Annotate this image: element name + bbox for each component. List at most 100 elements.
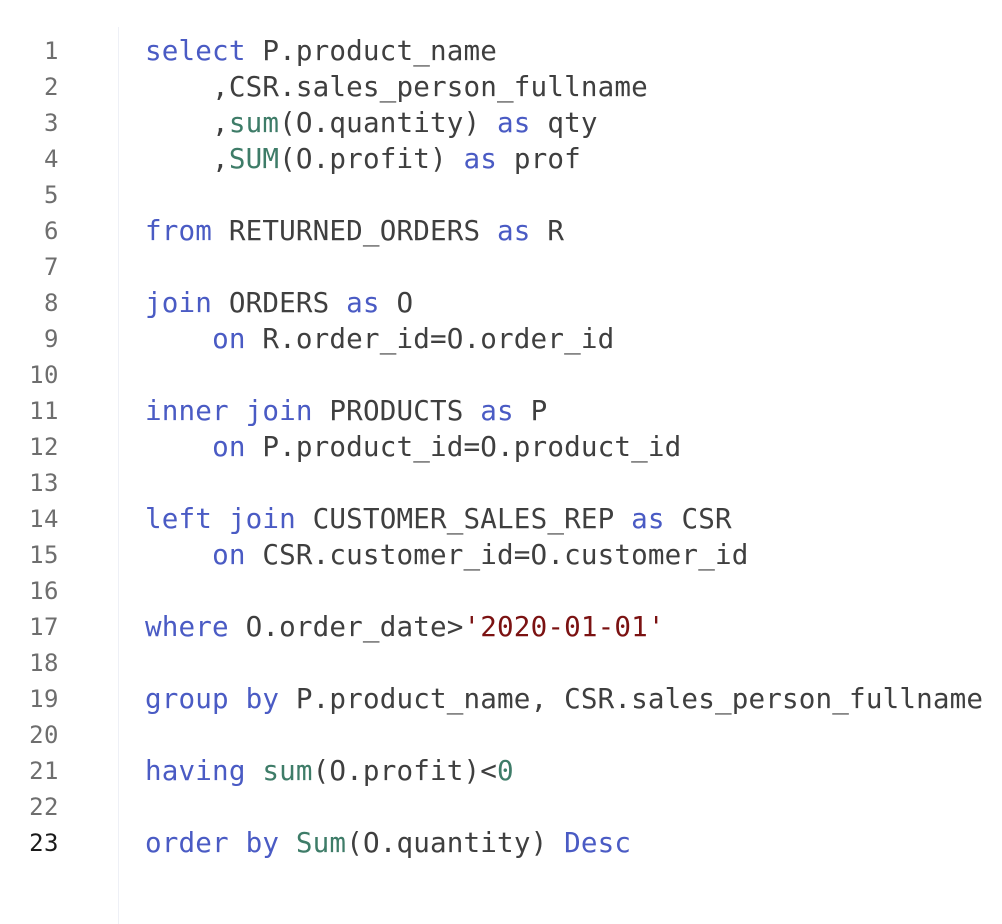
token-plain: CSR <box>664 502 732 535</box>
token-keyword: as <box>631 502 665 535</box>
token-keyword: order <box>145 826 229 859</box>
token-function: sum <box>262 754 313 787</box>
token-number: 0 <box>497 754 514 787</box>
token-keyword: select <box>145 34 246 67</box>
token-plain: CSR.customer_id=O.customer_id <box>245 538 749 571</box>
code-line[interactable] <box>145 789 1002 825</box>
token-plain: ORDERS <box>212 286 347 319</box>
token-plain: , <box>145 142 229 175</box>
line-number: 13 <box>29 469 59 497</box>
line-number: 5 <box>44 181 59 209</box>
token-keyword: from <box>145 214 213 247</box>
token-plain: O <box>379 286 414 319</box>
token-plain: R <box>530 214 565 247</box>
code-line[interactable] <box>145 249 1002 285</box>
line-number: 19 <box>29 685 59 713</box>
code-line[interactable]: select P.product_name <box>145 33 1002 69</box>
token-keyword: left <box>145 502 213 535</box>
line-number: 17 <box>29 613 59 641</box>
token-keyword: Desc <box>564 826 632 859</box>
token-keyword: on <box>212 322 246 355</box>
line-number: 8 <box>44 289 59 317</box>
token-plain: P.product_name, CSR.sales_person_fullnam… <box>279 682 984 715</box>
gutter-divider <box>118 27 119 924</box>
token-plain: CUSTOMER_SALES_REP <box>295 502 632 535</box>
code-line[interactable]: on CSR.customer_id=O.customer_id <box>145 537 1002 573</box>
line-number: 11 <box>29 397 59 425</box>
token-plain: (O.profit)< <box>312 754 498 787</box>
code-line[interactable]: ,CSR.sales_person_fullname <box>145 69 1002 105</box>
code-line[interactable] <box>145 573 1002 609</box>
token-keyword: as <box>346 286 380 319</box>
token-plain: R.order_id=O.order_id <box>245 322 615 355</box>
token-function: SUM <box>228 142 280 175</box>
code-line[interactable]: ,SUM(O.profit) as prof <box>145 141 1002 177</box>
code-line[interactable] <box>145 717 1002 753</box>
line-number: 4 <box>44 145 59 173</box>
token-plain: P <box>513 394 548 427</box>
line-number: 10 <box>29 361 59 389</box>
token-plain: , <box>145 106 229 139</box>
token-keyword: as <box>480 394 514 427</box>
token-plain: RETURNED_ORDERS <box>212 214 498 247</box>
token-plain: O.order_date> <box>228 610 464 643</box>
token-plain: qty <box>530 106 598 139</box>
code-line[interactable]: group by P.product_name, CSR.sales_perso… <box>145 681 1002 717</box>
line-number: 18 <box>29 649 59 677</box>
line-number: 9 <box>44 325 59 353</box>
code-line[interactable]: where O.order_date>'2020-01-01' <box>145 609 1002 645</box>
token-keyword: join <box>145 286 213 319</box>
token-keyword: group <box>145 682 229 715</box>
line-number: 22 <box>29 793 59 821</box>
line-number: 3 <box>44 109 59 137</box>
code-line[interactable] <box>145 357 1002 393</box>
line-number: 1 <box>44 37 59 65</box>
code-line[interactable]: ,sum(O.quantity) as qty <box>145 105 1002 141</box>
token-function: sum <box>228 106 280 139</box>
code-line[interactable]: on P.product_id=O.product_id <box>145 429 1002 465</box>
code-line[interactable]: having sum(O.profit)<0 <box>145 753 1002 789</box>
token-plain: P.product_id=O.product_id <box>245 430 682 463</box>
token-keyword: as <box>497 214 531 247</box>
token-plain: (O.profit) <box>279 142 464 175</box>
code-area[interactable]: select P.product_name ,CSR.sales_person_… <box>145 33 1002 861</box>
line-number: 23 <box>29 829 59 857</box>
code-line[interactable]: from RETURNED_ORDERS as R <box>145 213 1002 249</box>
line-number: 12 <box>29 433 59 461</box>
line-number: 21 <box>29 757 59 785</box>
token-keyword: as <box>497 106 531 139</box>
token-string: '2020-01-01' <box>463 610 665 643</box>
code-line[interactable]: order by Sum(O.quantity) Desc <box>145 825 1002 861</box>
token-plain: ,CSR.sales_person_fullname <box>145 70 648 103</box>
line-number: 16 <box>29 577 59 605</box>
token-function: Sum <box>295 826 347 859</box>
code-line[interactable]: left join CUSTOMER_SALES_REP as CSR <box>145 501 1002 537</box>
token-plain: (O.quantity) <box>279 106 498 139</box>
line-number-gutter: 1 2 3 4 5 6 7 8 9 10 11 12 13 14 15 16 17 18 19 20 21 22 23 <box>0 33 118 861</box>
code-line[interactable] <box>145 465 1002 501</box>
token-plain: P.product_name <box>245 34 498 67</box>
line-number: 20 <box>29 721 59 749</box>
token-keyword: by <box>245 682 280 715</box>
code-line[interactable] <box>145 645 1002 681</box>
token-keyword: by <box>245 826 280 859</box>
code-line[interactable]: inner join PRODUCTS as P <box>145 393 1002 429</box>
code-line[interactable]: join ORDERS as O <box>145 285 1002 321</box>
token-keyword: as <box>463 142 498 175</box>
sql-code-editor[interactable]: 1 2 3 4 5 6 7 8 9 10 11 12 13 14 15 16 17 18 19 20 21 22 23 se… <box>0 0 1002 924</box>
code-line[interactable] <box>145 177 1002 213</box>
token-keyword: on <box>212 538 246 571</box>
token-keyword: where <box>145 610 229 643</box>
line-number: 15 <box>29 541 59 569</box>
code-line[interactable]: on R.order_id=O.order_id <box>145 321 1002 357</box>
line-number: 2 <box>44 73 59 101</box>
line-number: 6 <box>44 217 59 245</box>
